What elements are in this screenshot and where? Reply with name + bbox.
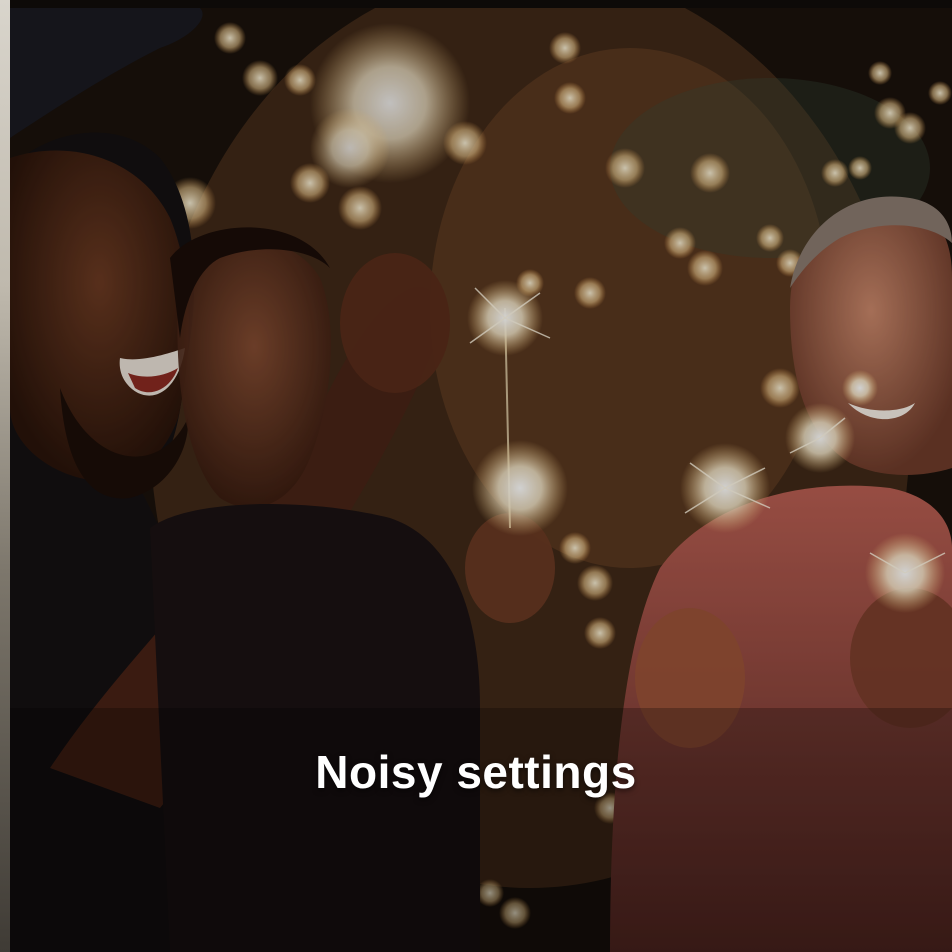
photo-dim-overlay — [10, 8, 952, 952]
adjacent-slide-edge — [0, 0, 10, 952]
slide-caption: Noisy settings — [315, 746, 637, 798]
party-sparklers-photo — [10, 8, 952, 952]
slide-frame: Noisy settings — [0, 0, 952, 952]
